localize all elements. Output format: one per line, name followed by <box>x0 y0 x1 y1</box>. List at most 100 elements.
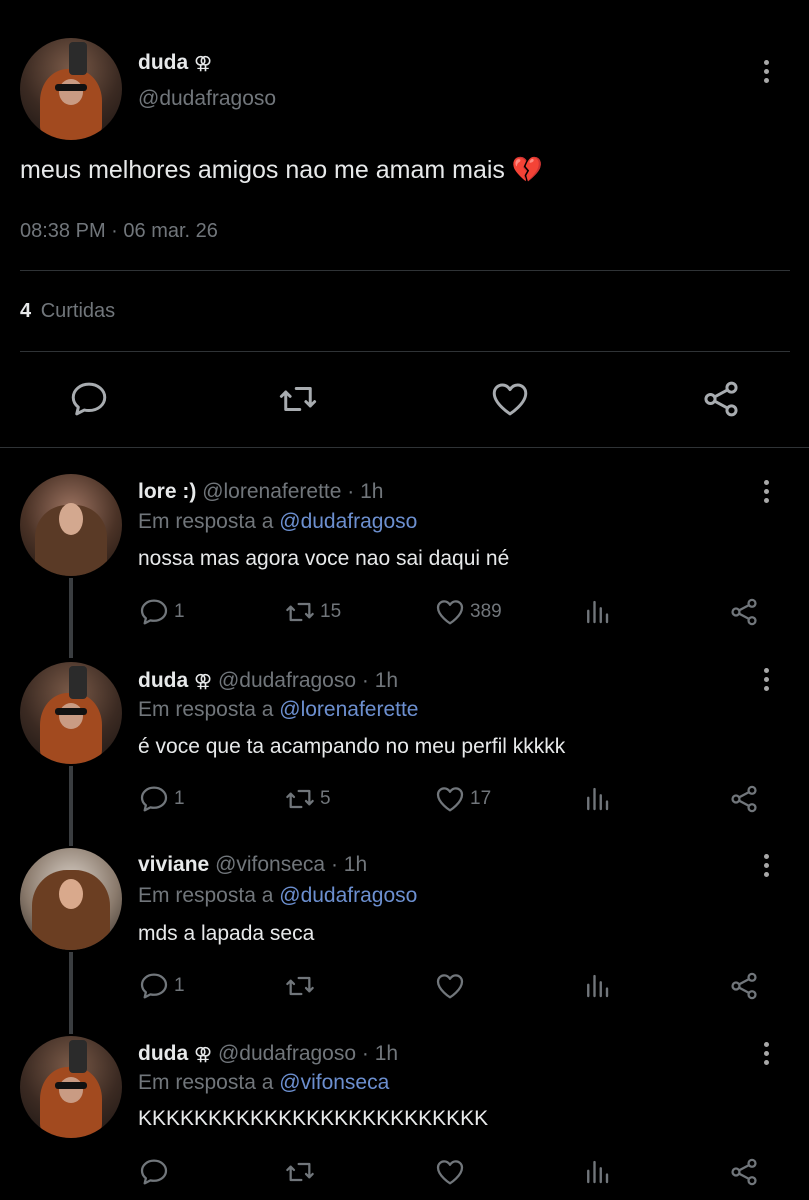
likes-summary[interactable]: 4 Curtidas <box>20 300 115 323</box>
reply-to-handle[interactable]: @dudafragoso <box>279 884 417 907</box>
avatar[interactable] <box>20 662 122 764</box>
comment-button[interactable]: 1 <box>138 783 185 815</box>
reply-author-name[interactable]: lore :) <box>138 480 196 503</box>
views-icon <box>582 1156 612 1188</box>
comment-icon <box>138 1156 170 1188</box>
gender-symbol-icon: ⚢ <box>194 671 213 691</box>
reply-author-name[interactable]: duda <box>138 669 188 692</box>
reply-text: é voce que ta acampando no meu perfil kk… <box>138 735 566 758</box>
like-count: 17 <box>470 788 492 809</box>
retweet-button[interactable] <box>284 1156 316 1188</box>
reply-to-handle[interactable]: @lorenaferette <box>279 698 418 721</box>
reply-context: Em resposta a @dudafragoso <box>138 884 417 908</box>
reply-prefix: Em resposta a <box>138 510 274 533</box>
reply-context: Em resposta a @lorenaferette <box>138 698 418 722</box>
avatar[interactable] <box>20 1036 122 1138</box>
share-button[interactable] <box>728 1156 760 1188</box>
thread-line <box>69 952 73 1034</box>
reply-age: · 1h <box>330 853 368 876</box>
reply-text: nossa mas agora voce nao sai daqui né <box>138 547 510 570</box>
reply-prefix: Em resposta a <box>138 1071 274 1094</box>
retweet-icon <box>284 1156 316 1188</box>
avatar[interactable] <box>20 38 122 140</box>
share-icon <box>728 970 760 1002</box>
share-button[interactable] <box>700 378 742 420</box>
share-button[interactable] <box>728 970 760 1002</box>
comment-button[interactable]: 1 <box>138 970 185 1002</box>
author-line: duda ⚢ <box>138 51 212 75</box>
avatar[interactable] <box>20 848 122 950</box>
divider <box>20 351 790 352</box>
like-button[interactable] <box>434 970 466 1002</box>
views-icon <box>582 970 612 1002</box>
heart-icon <box>434 783 466 815</box>
reply-to-handle[interactable]: @dudafragoso <box>279 510 417 533</box>
tweet-date[interactable]: 06 mar. 26 <box>123 220 218 242</box>
more-options-icon[interactable] <box>764 60 770 87</box>
author-name[interactable]: duda <box>138 51 188 74</box>
tweet-text: meus melhores amigos nao me amam mais 💔 <box>20 156 543 185</box>
views-button[interactable] <box>582 783 612 815</box>
reply-header: lore :) @lorenaferette · 1h <box>138 480 383 504</box>
more-options-icon[interactable] <box>764 854 770 881</box>
more-options-icon[interactable] <box>764 1042 770 1069</box>
more-options-icon[interactable] <box>764 668 770 695</box>
views-button[interactable] <box>582 970 612 1002</box>
views-button[interactable] <box>582 596 612 628</box>
reply-author-name[interactable]: duda <box>138 1042 188 1065</box>
retweet-button[interactable] <box>277 378 319 420</box>
comment-count: 1 <box>174 788 185 809</box>
more-options-icon[interactable] <box>764 480 770 507</box>
reply-header: duda ⚢ @dudafragoso · 1h <box>138 669 398 693</box>
reply-context: Em resposta a @vifonseca <box>138 1071 389 1095</box>
retweet-button[interactable]: 15 <box>284 596 341 628</box>
like-button[interactable] <box>489 378 531 420</box>
author-handle[interactable]: @dudafragoso <box>138 87 276 111</box>
avatar[interactable] <box>20 474 122 576</box>
retweet-button[interactable]: 5 <box>284 783 331 815</box>
like-button[interactable]: 389 <box>434 596 502 628</box>
reply-age: · 1h <box>361 1042 399 1065</box>
comment-count: 1 <box>174 975 185 996</box>
comment-button[interactable]: 1 <box>138 596 185 628</box>
share-icon <box>728 596 760 628</box>
reply-age: · 1h <box>361 669 399 692</box>
like-button[interactable] <box>434 1156 466 1188</box>
retweet-icon <box>284 596 316 628</box>
reply-author-handle[interactable]: @dudafragoso <box>218 1042 356 1065</box>
reply-author-name[interactable]: viviane <box>138 853 209 876</box>
comment-icon <box>138 596 170 628</box>
share-icon <box>728 1156 760 1188</box>
reply-text: mds a lapada seca <box>138 922 315 945</box>
reply-header: viviane @vifonseca · 1h <box>138 853 367 877</box>
like-count: 389 <box>470 601 502 622</box>
reply-age: · 1h <box>347 480 384 503</box>
retweet-button[interactable] <box>284 970 316 1002</box>
reply-header: duda ⚢ @dudafragoso · 1h <box>138 1042 398 1066</box>
views-button[interactable] <box>582 1156 612 1188</box>
comment-button[interactable] <box>138 1156 170 1188</box>
like-button[interactable]: 17 <box>434 783 491 815</box>
separator: · <box>111 220 118 242</box>
tweet-time[interactable]: 08:38 PM <box>20 220 106 242</box>
reply-author-handle[interactable]: @vifonseca <box>215 853 325 876</box>
views-icon <box>582 596 612 628</box>
comment-button[interactable] <box>68 378 110 420</box>
share-button[interactable] <box>728 596 760 628</box>
reply-author-handle[interactable]: @lorenaferette <box>202 480 341 503</box>
thread-line <box>69 766 73 846</box>
likes-count: 4 <box>20 300 32 322</box>
reply-author-handle[interactable]: @dudafragoso <box>218 669 356 692</box>
retweet-icon <box>284 970 316 1002</box>
heart-icon <box>434 970 466 1002</box>
share-icon <box>700 378 742 420</box>
thread-line <box>69 578 73 658</box>
retweet-count: 15 <box>320 601 342 622</box>
share-button[interactable] <box>728 783 760 815</box>
reply-to-handle[interactable]: @vifonseca <box>279 1071 389 1094</box>
comment-icon <box>68 378 110 420</box>
reply-context: Em resposta a @dudafragoso <box>138 510 417 534</box>
reply-prefix: Em resposta a <box>138 698 274 721</box>
gender-symbol-icon: ⚢ <box>194 53 213 73</box>
divider <box>0 447 809 448</box>
